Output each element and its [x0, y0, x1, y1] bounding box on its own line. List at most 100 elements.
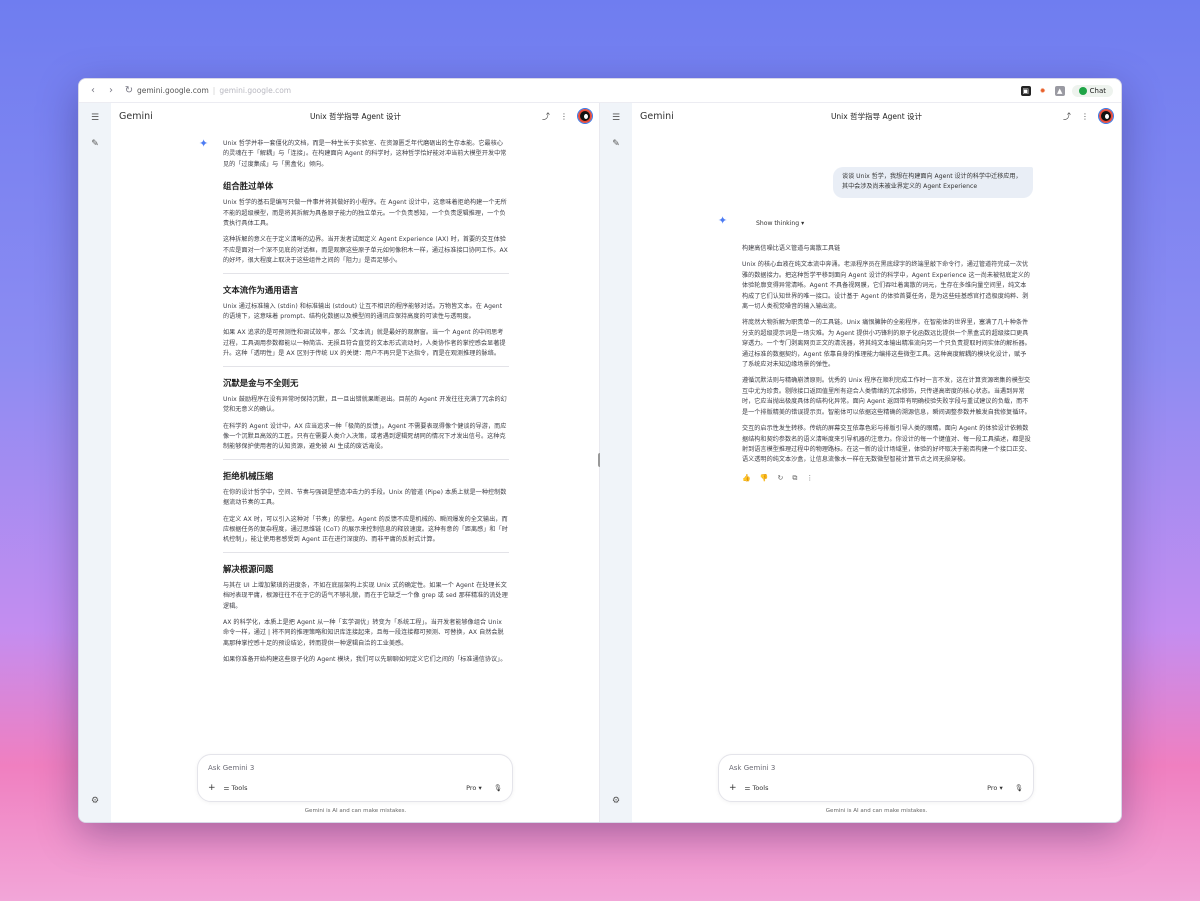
extension-puzzle-icon[interactable]: ▲	[1054, 85, 1065, 96]
settings-icon[interactable]: ⚙	[91, 796, 99, 806]
mic-icon[interactable]: 🎙	[494, 784, 502, 792]
intro-paragraph: Unix 哲学并非一套僵化的文档，而是一种生长于实验室、在资源匮乏年代磨砺出的生…	[223, 140, 507, 168]
response-paragraph: 将庞然大物拆解为职责单一的工具链。Unix 痛恨臃肿的全能程序，在智能体的世界里…	[742, 319, 1031, 369]
reload-icon[interactable]: ↻	[123, 85, 135, 96]
response-paragraph: 遵循沉默法则与精确崩溃原则。优秀的 Unix 程序在顺利完成工作时一言不发，这在…	[742, 377, 1031, 416]
thumbs-down-icon[interactable]: 👎	[760, 474, 769, 483]
section-heading: 组合胜过单体	[223, 181, 274, 192]
address-bar[interactable]: gemini.google.com | gemini.google.com	[137, 86, 291, 95]
response-paragraph: Unix 的核心血液在纯文本流中奔涌。老派程序员在黑底绿字的终端里敲下命令行，通…	[742, 261, 1030, 311]
add-icon[interactable]: +	[208, 783, 216, 793]
prompt-toolbar: + ⚌ Tools Pro ▾ 🎙	[729, 783, 1023, 793]
response-paragraph: 交互的启示性发生转移。传统的屏幕交互依靠色彩与排版引导人类的眼睛。面向 Agen…	[742, 425, 1031, 464]
tools-label: Tools	[752, 784, 769, 792]
section-paragraph: 如果你准备开始构建这些原子化的 Agent 模块，我们可以先聊聊如何定义它们之间…	[223, 656, 507, 664]
prompt-toolbar: + ⚌ Tools Pro ▾ 🎙	[208, 783, 502, 793]
more-icon[interactable]: ⋮	[560, 112, 568, 121]
divider	[223, 272, 509, 274]
disclaimer: Gemini is AI and can make mistakes.	[304, 808, 407, 814]
chat-title: Unix 哲学指导 Agent 设计	[309, 112, 402, 121]
extensions: ▣ ✹ ▲ Chat	[1020, 84, 1113, 97]
prompt-right-controls: Pro ▾ 🎙	[466, 784, 502, 792]
divider	[223, 551, 509, 553]
new-chat-icon[interactable]: ✎	[91, 139, 99, 149]
tools-button[interactable]: ⚌ Tools	[745, 784, 769, 792]
prompt-box[interactable]: Ask Gemini 3 + ⚌ Tools Pro ▾ 🎙	[197, 754, 513, 802]
section-paragraph: Unix 哲学的基石是编写只做一件事并将其做好的小程序。在 Agent 设计中，…	[223, 199, 507, 228]
brand-label: Gemini	[119, 110, 153, 122]
section-paragraph: Unix 通过标准输入 (stdin) 和标准输出 (stdout) 让互不相识…	[223, 302, 503, 321]
avatar[interactable]	[1098, 108, 1114, 124]
chat-main: Gemini Unix 哲学指导 Agent 设计 ⤴ ⋮ 谈谈 Unix 哲学…	[632, 103, 1121, 822]
right-pane: ☰ ✎ ⚙ Gemini Unix 哲学指导 Agent 设计 ⤴ ⋮ 谈谈 U…	[600, 103, 1121, 822]
gemini-spark-icon: ✦	[718, 214, 728, 227]
section-heading: 拒绝机械压缩	[223, 470, 274, 481]
prompt-input[interactable]: Ask Gemini 3	[729, 764, 775, 772]
show-thinking-toggle[interactable]: Show thinking ▾	[756, 220, 804, 227]
section-paragraph: 如果 AX 追求的是可预测性和调试效率，那么「文本流」就是最好的观察窗。当一个 …	[223, 329, 506, 358]
chat-icon	[1078, 86, 1087, 95]
menu-icon[interactable]: ☰	[612, 113, 620, 123]
mic-icon[interactable]: 🎙	[1015, 784, 1023, 792]
chat-content: ✦ Unix 哲学并非一套僵化的文档，而是一种生长于实验室、在资源匮乏年代磨砺出…	[111, 129, 600, 750]
menu-icon[interactable]: ☰	[91, 113, 99, 123]
user-message: 谈谈 Unix 哲学，我想在构建面向 Agent 设计的科学中迁移应用，其中会涉…	[833, 167, 1033, 198]
section-paragraph: 与其在 UI 上增加繁琐的进度条，不如在底层架构上实现 Unix 式的确定性。如…	[223, 581, 508, 610]
url-text: gemini.google.com	[137, 86, 209, 95]
chat-button[interactable]: Chat	[1071, 84, 1113, 97]
section-heading: 解决根源问题	[223, 563, 274, 574]
prompt-input[interactable]: Ask Gemini 3	[208, 764, 254, 772]
new-chat-icon[interactable]: ✎	[612, 139, 620, 149]
split-view: ☰ ✎ ⚙ Gemini Unix 哲学指导 Agent 设计 ⤴ ⋮ ✦ Un…	[79, 103, 1121, 822]
regenerate-icon[interactable]: ↻	[777, 474, 783, 483]
prompt-box[interactable]: Ask Gemini 3 + ⚌ Tools Pro ▾ 🎙	[718, 754, 1034, 802]
top-actions: ⤴ ⋮	[1063, 108, 1114, 124]
divider	[223, 458, 509, 460]
extension-icon[interactable]: ▣	[1020, 85, 1031, 96]
mode-label: Pro	[466, 784, 477, 792]
section-paragraph: 在你的设计哲学中，空间、节奏与强调是塑造冲击力的手段。Unix 的管道 (Pip…	[223, 488, 507, 507]
tools-button[interactable]: ⚌ Tools	[224, 784, 248, 792]
mode-select[interactable]: Pro ▾	[987, 784, 1003, 792]
top-actions: ⤴ ⋮	[542, 108, 593, 124]
chevron-down-icon: ▾	[801, 220, 805, 227]
add-icon[interactable]: +	[729, 783, 737, 793]
section-heading: 文本流作为通用语言	[223, 284, 299, 295]
forward-icon[interactable]: ›	[105, 85, 117, 96]
avatar[interactable]	[577, 108, 593, 124]
brand-label: Gemini	[640, 110, 674, 122]
chat-label: Chat	[1089, 86, 1106, 95]
side-rail: ☰ ✎ ⚙	[600, 103, 632, 822]
response-body: 构建高信噪比语义管道与离散工具链 Unix 的核心血液在纯文本流中奔涌。老派程序…	[742, 244, 1032, 483]
url-separator: |	[212, 86, 216, 95]
chat-content: 谈谈 Unix 哲学，我想在构建面向 Agent 设计的科学中迁移应用，其中会涉…	[632, 129, 1121, 750]
share-icon[interactable]: ⤴	[1063, 111, 1071, 122]
settings-icon[interactable]: ⚙	[612, 796, 620, 806]
section-paragraph: 在科学的 Agent 设计中，AX 应当追求一种「极简的反馈」。Agent 不需…	[223, 422, 507, 451]
share-icon[interactable]: ⤴	[542, 111, 550, 122]
tools-label: Tools	[231, 784, 248, 792]
prompt-right-controls: Pro ▾ 🎙	[987, 784, 1023, 792]
response-actions: 👍 👎 ↻ ⧉ ⋮	[742, 474, 1032, 483]
chat-main: Gemini Unix 哲学指导 Agent 设计 ⤴ ⋮ ✦ Unix 哲学并…	[111, 103, 600, 822]
url-text-secondary: gemini.google.com	[219, 86, 292, 95]
browser-window: ‹ › ↻ gemini.google.com | gemini.google.…	[78, 78, 1122, 823]
more-icon[interactable]: ⋮	[1081, 112, 1089, 121]
thumbs-up-icon[interactable]: 👍	[742, 474, 751, 483]
extension-sun-icon[interactable]: ✹	[1038, 86, 1048, 96]
copy-icon[interactable]: ⧉	[792, 474, 797, 483]
disclaimer: Gemini is AI and can make mistakes.	[825, 808, 928, 814]
show-thinking-label: Show thinking	[756, 220, 800, 227]
response-heading: 构建高信噪比语义管道与离散工具链	[742, 245, 841, 252]
more-icon[interactable]: ⋮	[806, 474, 813, 483]
left-pane: ☰ ✎ ⚙ Gemini Unix 哲学指导 Agent 设计 ⤴ ⋮ ✦ Un…	[79, 103, 600, 822]
back-icon[interactable]: ‹	[87, 85, 99, 96]
chat-title: Unix 哲学指导 Agent 设计	[830, 112, 923, 121]
divider	[223, 365, 509, 367]
browser-toolbar: ‹ › ↻ gemini.google.com | gemini.google.…	[79, 79, 1121, 103]
mode-select[interactable]: Pro ▾	[466, 784, 482, 792]
section-paragraph: Unix 鼓励程序在没有异常时保持沉默，且一旦出错就果断退出。目前的 Agent…	[223, 395, 507, 414]
top-bar: Gemini Unix 哲学指导 Agent 设计 ⤴ ⋮	[111, 103, 600, 129]
response-body: Unix 哲学并非一套僵化的文档，而是一种生长于实验室、在资源匮乏年代磨砺出的生…	[223, 139, 509, 672]
section-paragraph: 在定义 AX 时，可以引入这种对「节奏」的掌控。Agent 的反馈不应是机械的、…	[223, 515, 508, 544]
